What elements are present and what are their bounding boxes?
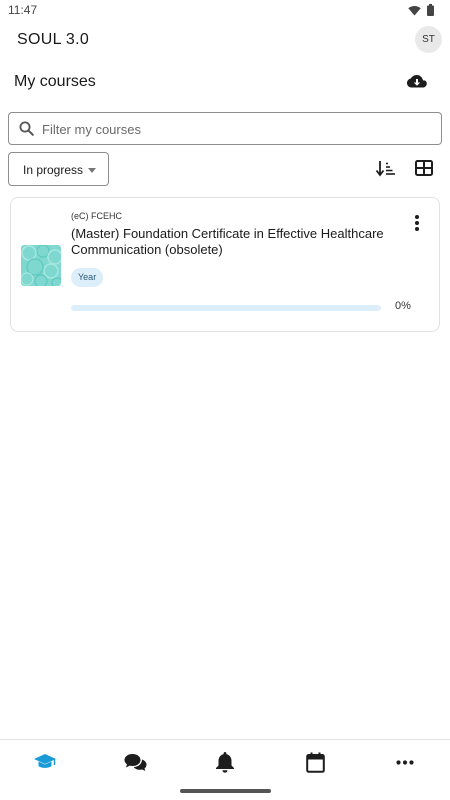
user-avatar[interactable]: ST (415, 26, 442, 53)
download-courses-button[interactable] (406, 72, 428, 92)
nav-my-courses[interactable] (33, 750, 57, 774)
search-icon (19, 121, 34, 136)
nav-calendar[interactable] (303, 750, 327, 774)
nav-messages[interactable] (123, 750, 147, 774)
bottom-navigation (0, 739, 450, 800)
course-options-button[interactable] (413, 214, 421, 232)
nav-notifications[interactable] (213, 750, 237, 774)
page-title: My courses (14, 73, 96, 90)
course-name[interactable]: (Master) Foundation Certificate in Effec… (71, 226, 411, 258)
chat-icon (124, 753, 146, 771)
status-filter-select[interactable]: In progress (8, 152, 109, 186)
status-icons (408, 4, 434, 16)
calendar-icon (305, 752, 325, 773)
status-time: 11:47 (8, 3, 38, 17)
graduation-cap-icon (34, 754, 56, 768)
home-indicator[interactable] (180, 789, 271, 793)
nav-more[interactable] (393, 750, 417, 774)
filter-selected-value: In progress (23, 163, 84, 177)
search-box (8, 112, 442, 145)
course-short-name: (eC) FCEHC (71, 211, 122, 221)
cloud-download-icon (407, 74, 427, 87)
app-title: SOUL 3.0 (17, 31, 90, 48)
view-toggle-button[interactable] (415, 160, 435, 180)
sort-icon (375, 161, 395, 177)
course-progress-bar (71, 305, 381, 311)
grid-view-icon (415, 160, 433, 176)
course-card[interactable]: (eC) FCEHC (Master) Foundation Certifica… (10, 197, 440, 332)
wifi-icon (408, 5, 421, 15)
sort-button[interactable] (375, 159, 397, 179)
bell-icon (216, 752, 234, 773)
more-icon (396, 759, 414, 765)
battery-icon (427, 4, 434, 16)
status-bar: 11:47 (0, 0, 450, 22)
course-category-badge: Year (71, 268, 104, 287)
course-image (21, 245, 61, 286)
course-progress-label: 0% (395, 300, 411, 312)
chevron-down-icon (88, 168, 96, 173)
search-input[interactable] (42, 119, 422, 139)
app-bar: SOUL 3.0 ST (0, 22, 450, 60)
more-vertical-icon (415, 215, 419, 231)
